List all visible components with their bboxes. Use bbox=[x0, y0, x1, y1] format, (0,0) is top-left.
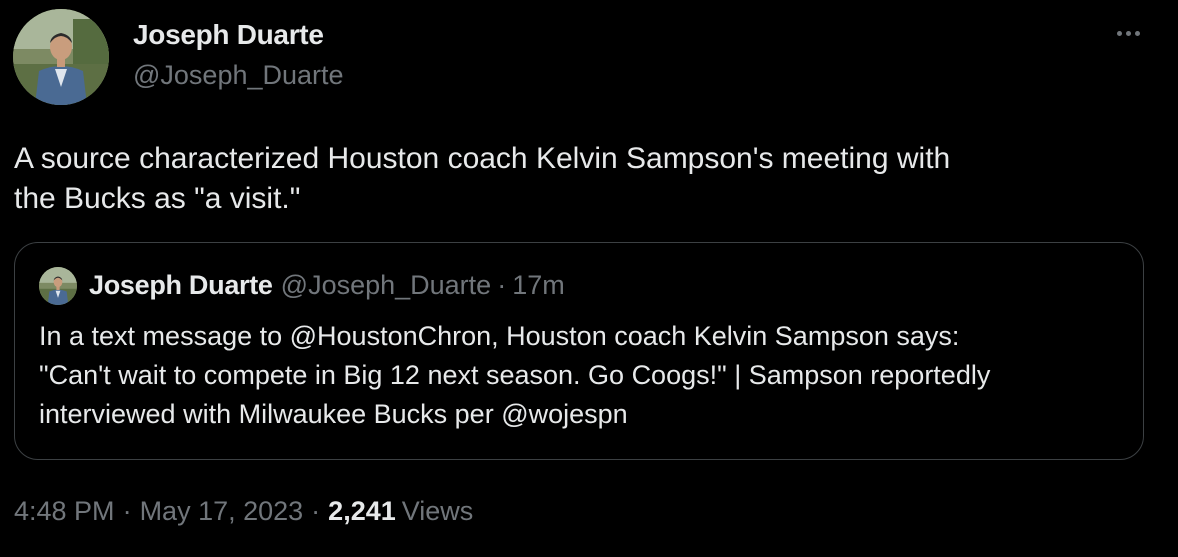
tweet-text-line: A source characterized Houston coach Kel… bbox=[14, 142, 951, 175]
quoted-author-name: Joseph Duarte bbox=[89, 270, 273, 300]
quoted-timestamp: 17m bbox=[512, 270, 565, 300]
author-display-name[interactable]: Joseph Duarte bbox=[133, 19, 324, 51]
meta-separator: · bbox=[122, 496, 132, 526]
tweet-date[interactable]: May 17, 2023 bbox=[140, 496, 304, 527]
quoted-separator: · bbox=[497, 270, 507, 300]
tweet: Joseph Duarte @Joseph_Duarte A source ch… bbox=[0, 0, 1178, 557]
quoted-text-line: In a text message to @HoustonChron, Hous… bbox=[39, 321, 960, 351]
quoted-text-line: "Can't wait to compete in Big 12 next se… bbox=[39, 360, 991, 390]
meta-separator: · bbox=[311, 496, 321, 526]
tweet-time[interactable]: 4:48 PM bbox=[14, 496, 115, 527]
more-horizontal-icon bbox=[1116, 30, 1122, 36]
views-count: 2,241 bbox=[328, 496, 396, 526]
tweet-metadata: 4:48 PM · May 17, 2023 · 2,241 Views bbox=[14, 496, 473, 527]
quoted-author-handle: @Joseph_Duarte bbox=[280, 270, 492, 300]
author-avatar[interactable] bbox=[13, 9, 109, 105]
quoted-tweet-card[interactable]: Joseph Duarte @Joseph_Duarte · 17m In a … bbox=[14, 242, 1144, 460]
views-label: Views bbox=[401, 496, 474, 526]
more-dot bbox=[1125, 30, 1131, 36]
quoted-text-line: interviewed with Milwaukee Bucks per @wo… bbox=[39, 399, 628, 429]
more-dot bbox=[1134, 30, 1140, 36]
tweet-text: A source characterized Houston coach Kel… bbox=[14, 139, 1134, 219]
author-handle[interactable]: @Joseph_Duarte bbox=[133, 60, 344, 91]
more-options-button[interactable] bbox=[1108, 18, 1148, 48]
quoted-author-avatar bbox=[39, 267, 77, 305]
quoted-tweet-header: Joseph Duarte @Joseph_Duarte · 17m bbox=[89, 270, 565, 301]
quoted-tweet-text: In a text message to @HoustonChron, Hous… bbox=[39, 317, 1129, 434]
tweet-text-line: the Bucks as "a visit." bbox=[14, 182, 301, 215]
